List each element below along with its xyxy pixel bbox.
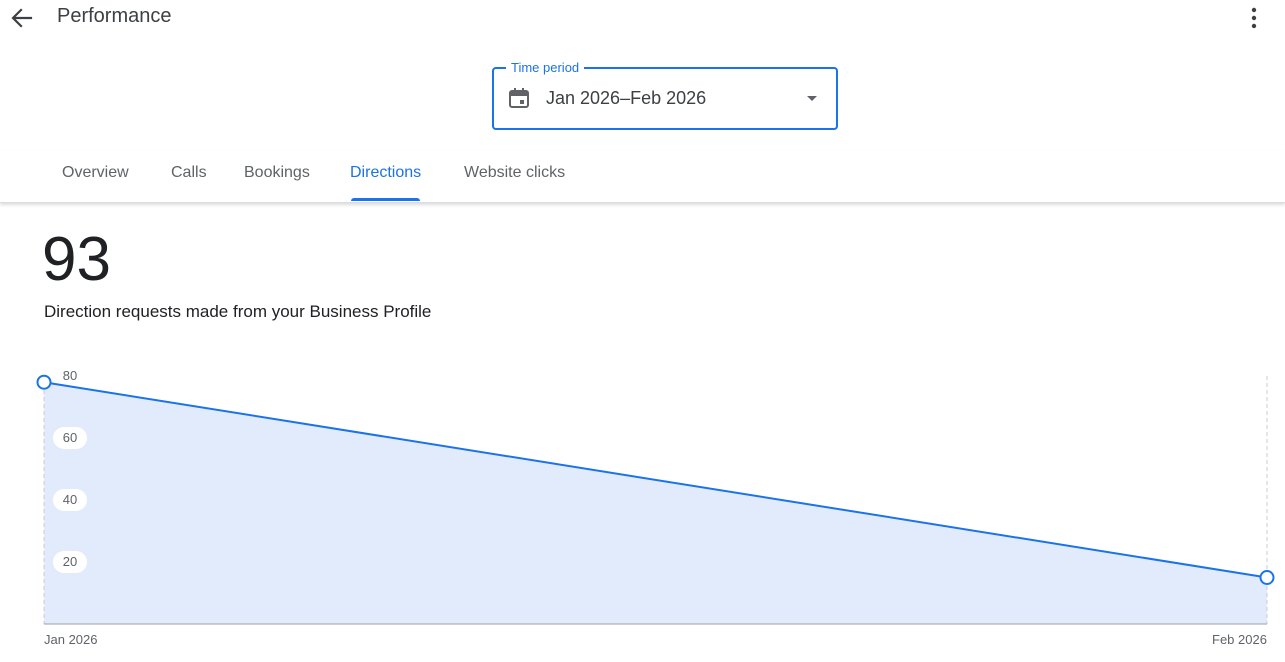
y-tick-label: 20: [63, 554, 77, 569]
series-area: [44, 382, 1267, 624]
data-point: [36, 374, 52, 390]
data-point: [1259, 570, 1275, 585]
direction-requests-chart: 20 40 60 80: [36, 368, 1275, 625]
y-tick-label: 60: [63, 430, 77, 445]
x-axis-label: Feb 2026: [1212, 632, 1267, 647]
y-tick-label: 80: [63, 368, 77, 383]
x-axis-label: Jan 2026: [44, 632, 98, 647]
y-tick-label: 40: [63, 492, 77, 507]
